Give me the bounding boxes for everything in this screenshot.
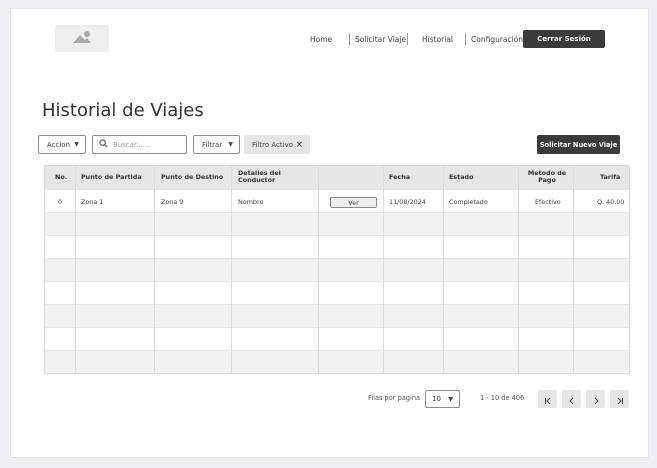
last-page-button[interactable] [610,390,629,408]
cell-payment: Efectivo [535,198,561,206]
table-row [45,304,629,327]
pagination-range: 1 - 10 de 406 [480,394,525,402]
cell-date: 11/08/2024 [389,198,426,206]
search-placeholder: Buscar...... [113,140,150,149]
column-divider [573,166,574,373]
cell-status: Completado [449,198,488,206]
table-row[interactable]: 0 Zona 1 Zona 9 Nombre Ver 11/08/2024 Co… [45,189,629,212]
logo-placeholder [55,25,109,52]
nav-request-trip[interactable]: Solicitar Viaje [355,30,406,48]
column-header-driver: Detalles del Conductor [238,169,281,184]
active-filter-chip: Filtro Activo × [244,135,310,154]
column-header-fare: Tarifa [600,173,621,181]
table-row [45,327,629,350]
rows-per-page-value: 10 [432,395,441,403]
column-header-date: Fecha [389,173,411,181]
action-dropdown[interactable]: Accion ▼ [38,135,86,154]
table-row [45,350,629,373]
first-page-button[interactable] [538,390,557,408]
first-page-icon [544,390,552,409]
search-input[interactable]: Buscar...... [92,135,187,154]
column-divider [443,166,444,373]
column-divider [75,166,76,373]
page-title: Historial de Viajes [42,100,204,121]
request-new-trip-button[interactable]: Solicitar Nuevo Viaje [537,135,620,154]
cell-no: 0 [58,198,63,206]
nav-home[interactable]: Home [310,30,332,48]
column-divider [383,166,384,373]
cell-fare: Q. 40.00 [597,198,625,206]
action-dropdown-label: Accion [47,140,71,149]
filter-dropdown[interactable]: Filtrar ▼ [193,135,240,154]
search-icon [99,139,108,150]
column-header-no: No. [55,173,68,181]
caret-down-icon: ▼ [74,141,79,148]
nav-divider [349,33,350,45]
column-divider [231,166,232,373]
nav-settings[interactable]: Configuración [471,30,523,48]
last-page-icon [616,390,624,409]
image-placeholder-icon [71,29,93,49]
nav-divider [407,33,408,45]
view-driver-button[interactable]: Ver [330,197,377,208]
filter-dropdown-label: Filtrar [202,140,223,149]
column-header-status: Estado [449,173,474,181]
table-row [45,281,629,304]
table-header: No. Punto de Partida Punto de Destino De… [45,166,629,189]
caret-down-icon: ▼ [228,141,233,148]
cell-origin: Zona 1 [81,198,104,206]
table-row [45,258,629,281]
column-header-destination: Punto de Destino [161,173,224,181]
rows-per-page-select[interactable]: 10 ▼ [425,390,460,408]
chevron-right-icon [592,390,600,409]
rows-per-page-label: Filas por pagina [368,394,421,402]
column-divider [518,166,519,373]
logout-button[interactable]: Cerrar Sesión [523,30,605,48]
column-header-payment: Metodo de Pago [527,169,567,184]
nav-history[interactable]: Historial [422,30,453,48]
table-row [45,212,629,235]
column-divider [154,166,155,373]
active-filter-label: Filtro Activo [252,140,294,149]
close-icon[interactable]: × [295,140,303,150]
next-page-button[interactable] [586,390,605,408]
column-header-origin: Punto de Partida [81,173,142,181]
cell-driver: Nombre [238,198,264,206]
previous-page-button[interactable] [562,390,581,408]
column-divider [318,166,319,373]
trips-table: No. Punto de Partida Punto de Destino De… [44,165,630,374]
caret-down-icon: ▼ [448,395,453,403]
table-row [45,235,629,258]
cell-destination: Zona 9 [161,198,184,206]
chevron-left-icon [568,390,576,409]
nav-divider [465,33,466,45]
